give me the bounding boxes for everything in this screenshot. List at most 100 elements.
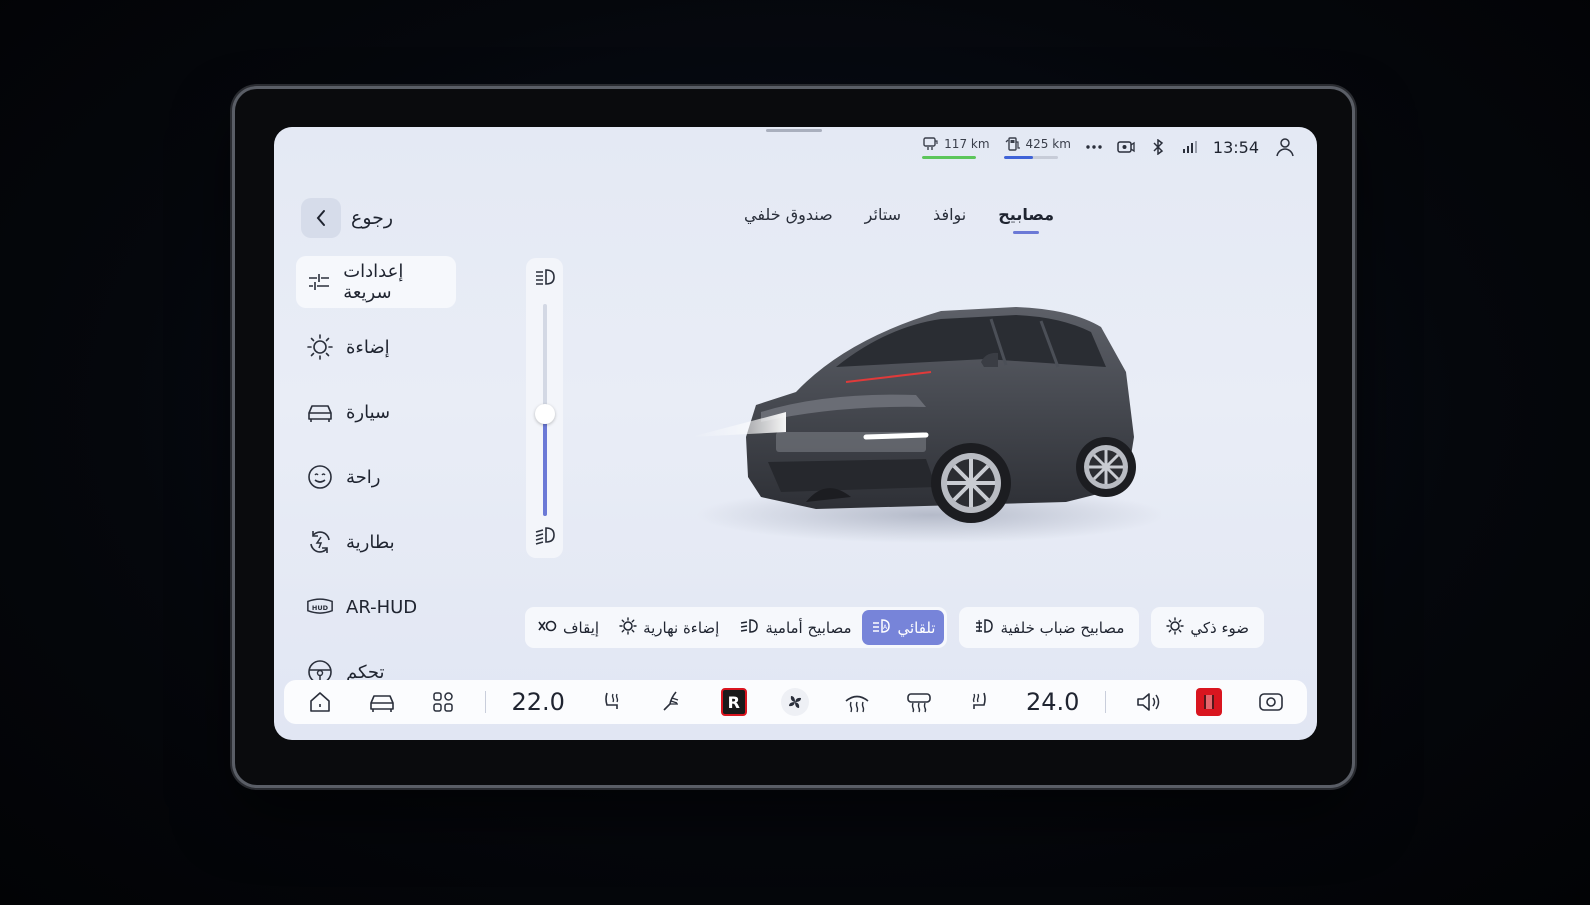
vehicle-button[interactable]	[362, 682, 402, 722]
sidebar-item-comfort[interactable]: راحة	[296, 451, 456, 503]
range-2-bar	[1003, 156, 1058, 159]
sidebar-item-label: بطارية	[346, 531, 395, 553]
front-defrost-icon	[845, 695, 869, 713]
smart-light-icon	[1166, 616, 1185, 639]
passenger-seat-heat-button[interactable]	[960, 682, 1000, 722]
volume-button[interactable]	[1128, 682, 1168, 722]
signal-icon	[1181, 138, 1199, 156]
hud-icon: HUD	[306, 593, 334, 621]
tab-shades[interactable]: ستائر	[865, 205, 901, 234]
sidebar-item-battery[interactable]: بطارية	[296, 516, 456, 568]
sidebar-item-label: راحة	[346, 466, 381, 488]
apps-button[interactable]	[423, 682, 463, 722]
daylight-button[interactable]: إضاءة نهارية	[610, 610, 728, 645]
back-label: رجوع	[351, 207, 394, 229]
pull-down-handle[interactable]	[766, 129, 822, 132]
sidebar-item-lighting[interactable]: إضاءة	[296, 321, 456, 373]
sidebar-item-label: AR-HUD	[346, 596, 418, 618]
seat-heat-icon	[973, 692, 987, 709]
headlight-level-slider[interactable]	[526, 258, 563, 558]
daylight-icon	[619, 616, 637, 639]
driver-seat-vent-button[interactable]	[652, 682, 692, 722]
battery-cycle-icon	[306, 528, 334, 556]
slider-knob[interactable]	[535, 404, 555, 424]
bluetooth-icon[interactable]	[1149, 138, 1167, 156]
app-tile-r-button[interactable]: R	[714, 682, 754, 722]
fan-button[interactable]	[775, 682, 815, 722]
range-1-value: 117 km	[944, 137, 990, 151]
fuel-pump-icon	[1004, 135, 1022, 153]
car-icon	[369, 695, 394, 712]
headlight-low-icon	[534, 525, 556, 549]
sidebar-item-ar-hud[interactable]: HUD AR-HUD	[296, 581, 456, 633]
back-button[interactable]	[301, 198, 341, 238]
user-profile-icon[interactable]	[1273, 138, 1297, 157]
app-tile-red-button[interactable]	[1189, 682, 1229, 722]
lights-off-label: إيقاف	[563, 618, 600, 637]
front-defrost-button[interactable]	[837, 682, 877, 722]
smart-light-label: ضوء ذكي	[1190, 618, 1249, 637]
more-icon[interactable]	[1085, 138, 1103, 156]
rear-defrost-icon	[906, 693, 931, 713]
fan-icon	[781, 688, 810, 716]
sidebar-item-label: إعدادات سريعة	[343, 261, 404, 303]
infotainment-screen: 117 km 425 km 13:54 رجوع مصابيح نوافذ ست…	[274, 127, 1317, 740]
app-tile-r-icon: R	[720, 688, 747, 716]
apps-grid-icon	[433, 692, 453, 712]
range-2-value: 425 km	[1025, 137, 1071, 151]
smile-icon	[306, 463, 334, 491]
chevron-left-icon	[316, 210, 325, 226]
lights-off-button[interactable]: إيقاف	[528, 610, 608, 645]
range-indicator-1: 117 km	[922, 135, 990, 159]
app-tile-red-icon	[1196, 688, 1223, 716]
slider-fill	[543, 414, 547, 516]
rear-fog-label: مصابيح ضباب خلفية	[1000, 618, 1125, 637]
rear-defrost-button[interactable]	[899, 682, 939, 722]
vehicle-illustration	[691, 307, 1161, 543]
driver-temperature[interactable]: 22.0	[508, 682, 569, 722]
dock-divider	[1105, 691, 1106, 713]
auto-headlight-icon: A	[871, 618, 891, 638]
light-mode-bar: إيقاف إضاءة نهارية مصابيح أمامية A تلقائ…	[525, 607, 1264, 648]
tab-trunk[interactable]: صندوق خلفي	[744, 205, 833, 234]
driver-seat-heat-button[interactable]	[591, 682, 631, 722]
sidebar-item-label: إضاءة	[346, 336, 390, 358]
auto-lights-button[interactable]: A تلقائي	[862, 610, 945, 645]
camera-icon	[1259, 693, 1283, 711]
camera-button[interactable]	[1251, 682, 1291, 722]
seat-massage-icon	[663, 691, 679, 711]
sliders-icon	[306, 268, 331, 296]
rear-fog-icon	[974, 618, 994, 638]
auto-lights-label: تلقائي	[897, 618, 936, 637]
volume-icon	[1136, 693, 1159, 711]
car-icon	[306, 398, 334, 426]
range-indicator-2: 425 km	[1003, 135, 1071, 159]
dock-divider	[484, 691, 486, 713]
status-bar: 117 km 425 km 13:54	[922, 135, 1297, 159]
sidebar-item-label: سيارة	[346, 401, 391, 423]
dashcam-icon[interactable]	[1117, 138, 1135, 156]
home-button[interactable]	[300, 682, 340, 722]
sidebar: إعدادات سريعة إضاءة سيارة راحة بطارية HU…	[296, 256, 456, 711]
rear-fog-button[interactable]: مصابيح ضباب خلفية	[959, 607, 1140, 648]
svg-text:HUD: HUD	[312, 604, 329, 612]
sidebar-item-quick-settings[interactable]: إعدادات سريعة	[296, 256, 456, 308]
clock: 13:54	[1212, 137, 1259, 157]
off-icon	[537, 619, 557, 637]
headlight-high-icon	[534, 267, 556, 291]
tab-lights[interactable]: مصابيح	[998, 205, 1054, 234]
headlight-mode-group: إيقاف إضاءة نهارية مصابيح أمامية A تلقائ…	[525, 607, 948, 648]
headlights-button[interactable]: مصابيح أمامية	[730, 610, 860, 645]
charger-icon	[922, 135, 940, 153]
passenger-temperature[interactable]: 24.0	[1022, 682, 1083, 722]
headlight-icon	[739, 618, 759, 638]
smart-light-button[interactable]: ضوء ذكي	[1151, 607, 1264, 648]
tab-windows[interactable]: نوافذ	[933, 205, 966, 234]
bottom-dock: 22.0 R 24.0	[284, 680, 1307, 724]
seat-heat-icon	[604, 692, 618, 709]
back-control[interactable]: رجوع	[301, 198, 393, 238]
tab-bar: مصابيح نوافذ ستائر صندوق خلفي	[744, 205, 1054, 234]
daylight-label: إضاءة نهارية	[643, 618, 720, 637]
sidebar-item-vehicle[interactable]: سيارة	[296, 386, 456, 438]
headlights-label: مصابيح أمامية	[765, 618, 852, 637]
